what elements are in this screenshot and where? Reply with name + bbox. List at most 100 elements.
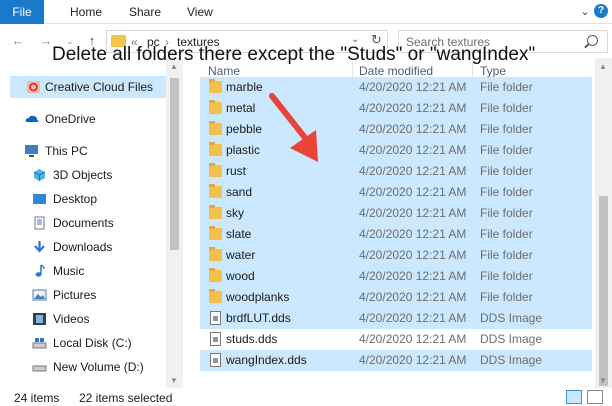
file-name: rust — [226, 164, 247, 178]
nav-item-desktop[interactable]: Desktop — [0, 188, 170, 210]
file-date-modified: 4/20/2020 12:21 AM — [359, 101, 467, 115]
file-row[interactable]: marble 4/20/2020 12:21 AM File folder — [200, 77, 592, 98]
item-count: 24 items — [14, 391, 60, 405]
nav-label: Desktop — [53, 192, 98, 206]
file-row[interactable]: slate 4/20/2020 12:21 AM File folder — [200, 224, 592, 245]
documents-icon — [34, 216, 45, 230]
large-icons-view-icon[interactable] — [587, 390, 603, 404]
file-name: marble — [226, 80, 263, 94]
computer-icon — [25, 145, 38, 157]
creative-cloud-icon — [27, 81, 40, 93]
file-type: File folder — [480, 185, 533, 199]
file-name: woodplanks — [226, 290, 290, 304]
nav-label: Local Disk (C:) — [53, 336, 132, 350]
nav-item-creative-cloud[interactable]: Creative Cloud Files — [10, 76, 166, 98]
nav-label: 3D Objects — [53, 168, 113, 182]
file-row[interactable]: pebble 4/20/2020 12:21 AM File folder — [200, 119, 592, 140]
file-name: pebble — [226, 122, 263, 136]
file-name: plastic — [226, 143, 261, 157]
details-view-icon[interactable] — [566, 390, 582, 404]
folder-icon — [209, 79, 222, 93]
file-name: brdfLUT.dds — [226, 311, 291, 325]
file-name: slate — [226, 227, 252, 241]
nav-label: Creative Cloud Files — [45, 80, 154, 94]
nav-item-this-pc[interactable]: This PC — [0, 140, 170, 162]
dds-file-icon — [210, 332, 221, 346]
nav-item-new-volume-d[interactable]: New Volume (D:) — [0, 356, 170, 378]
file-type: File folder — [480, 101, 533, 115]
file-tab[interactable]: File — [0, 0, 44, 24]
tab-view[interactable]: View — [187, 0, 213, 24]
file-row[interactable]: plastic 4/20/2020 12:21 AM File folder — [200, 140, 592, 161]
pictures-icon — [32, 289, 47, 301]
ribbon: File Home Share View ⌄ ? — [0, 0, 612, 24]
column-header-type[interactable]: Type — [480, 64, 506, 78]
nav-item-onedrive[interactable]: OneDrive — [0, 108, 170, 130]
tab-home[interactable]: Home — [70, 0, 102, 24]
file-date-modified: 4/20/2020 12:21 AM — [359, 122, 467, 136]
nav-item-documents[interactable]: Documents — [0, 212, 170, 234]
nav-item-music[interactable]: Music — [0, 260, 170, 282]
nav-item-3d-objects[interactable]: 3D Objects — [0, 164, 170, 186]
column-header-name[interactable]: Name — [208, 64, 240, 78]
download-icon — [34, 241, 45, 253]
file-row[interactable]: water 4/20/2020 12:21 AM File folder — [200, 245, 592, 266]
file-type: File folder — [480, 122, 533, 136]
file-row[interactable]: wood 4/20/2020 12:21 AM File folder — [200, 266, 592, 287]
folder-icon — [209, 184, 222, 198]
file-date-modified: 4/20/2020 12:21 AM — [359, 311, 467, 325]
help-icon[interactable]: ? — [594, 4, 608, 18]
nav-item-pictures[interactable]: Pictures — [0, 284, 170, 306]
back-icon[interactable]: ← — [10, 33, 26, 49]
folder-icon — [209, 247, 222, 261]
file-row[interactable]: rust 4/20/2020 12:21 AM File folder — [200, 161, 592, 182]
nav-item-local-disk-c[interactable]: Local Disk (C:) — [0, 332, 170, 354]
scroll-down-icon[interactable]: ▼ — [599, 376, 607, 385]
scroll-up-icon[interactable]: ▲ — [599, 62, 607, 71]
file-date-modified: 4/20/2020 12:21 AM — [359, 290, 467, 304]
instruction-annotation: Delete all folders there except the "Stu… — [52, 44, 536, 65]
file-date-modified: 4/20/2020 12:21 AM — [359, 248, 467, 262]
folder-icon — [209, 142, 222, 156]
file-name: wangIndex.dds — [226, 353, 307, 367]
onedrive-icon — [25, 115, 39, 122]
file-row[interactable]: metal 4/20/2020 12:21 AM File folder — [200, 98, 592, 119]
file-date-modified: 4/20/2020 12:21 AM — [359, 227, 467, 241]
file-type: File folder — [480, 290, 533, 304]
folder-icon — [209, 289, 222, 303]
nav-label: Pictures — [53, 288, 97, 302]
folder-icon — [209, 121, 222, 135]
folder-icon — [209, 163, 222, 177]
scrollbar-thumb[interactable] — [170, 78, 179, 250]
nav-label: Downloads — [53, 240, 113, 254]
nav-item-videos[interactable]: Videos — [0, 308, 170, 330]
scrollbar-thumb[interactable] — [599, 196, 608, 386]
navigation-pane-scrollbar[interactable]: ▲ ▼ — [166, 58, 183, 388]
folder-icon — [209, 268, 222, 282]
search-icon[interactable] — [587, 35, 598, 46]
drive-icon — [32, 365, 47, 372]
nav-item-downloads[interactable]: Downloads — [0, 236, 170, 258]
file-type: DDS Image — [480, 353, 543, 367]
ribbon-expand-icon[interactable]: ⌄ — [576, 0, 594, 24]
nav-label: New Volume (D:) — [53, 360, 144, 374]
file-row[interactable]: wangIndex.dds 4/20/2020 12:21 AM DDS Image — [200, 350, 592, 371]
file-date-modified: 4/20/2020 12:21 AM — [359, 143, 467, 157]
file-date-modified: 4/20/2020 12:21 AM — [359, 353, 467, 367]
file-date-modified: 4/20/2020 12:21 AM — [359, 269, 467, 283]
status-bar: 24 items 22 items selected — [0, 388, 612, 406]
file-row[interactable]: woodplanks 4/20/2020 12:21 AM File folder — [200, 287, 592, 308]
nav-label: OneDrive — [45, 112, 96, 126]
file-row[interactable]: studs.dds 4/20/2020 12:21 AM DDS Image — [200, 329, 592, 350]
file-row[interactable]: sand 4/20/2020 12:21 AM File folder — [200, 182, 592, 203]
nav-label: Music — [53, 264, 85, 278]
column-header-date[interactable]: Date modified — [359, 64, 433, 78]
tab-share[interactable]: Share — [129, 0, 161, 24]
file-name: studs.dds — [226, 332, 278, 346]
file-row[interactable]: sky 4/20/2020 12:21 AM File folder — [200, 203, 592, 224]
file-list-scrollbar[interactable]: ▲ ▼ — [595, 58, 612, 388]
file-date-modified: 4/20/2020 12:21 AM — [359, 332, 467, 346]
file-type: File folder — [480, 206, 533, 220]
file-row[interactable]: brdfLUT.dds 4/20/2020 12:21 AM DDS Image — [200, 308, 592, 329]
scroll-down-icon[interactable]: ▼ — [170, 376, 178, 385]
